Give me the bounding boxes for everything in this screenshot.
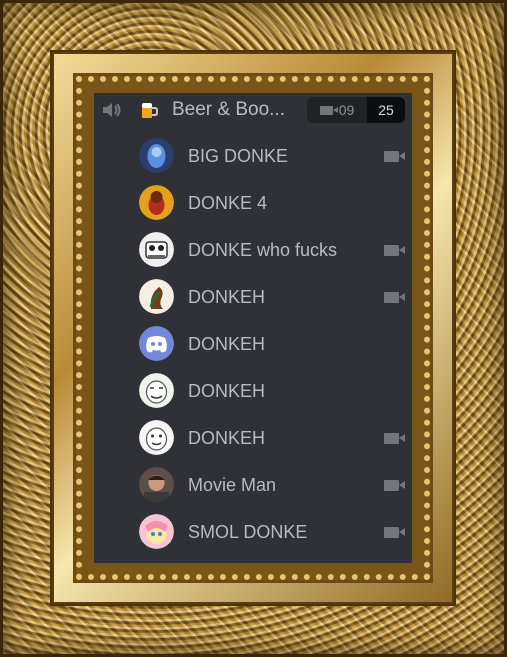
voice-member-row[interactable]: DONKE who fucks <box>94 227 412 271</box>
discord-default-avatar-icon <box>139 326 174 361</box>
video-camera-icon <box>319 105 338 115</box>
avatar <box>139 514 174 549</box>
member-name: DONKE 4 <box>188 193 268 213</box>
avatar <box>139 420 174 455</box>
video-camera-icon <box>384 292 405 303</box>
beer-mug-icon <box>139 100 159 120</box>
voice-member-row[interactable]: SMOL DONKE <box>94 509 412 553</box>
member-name: DONKEH <box>188 381 266 401</box>
avatar <box>139 279 174 314</box>
voice-member-row[interactable]: DONKEH <box>94 415 412 459</box>
voice-member-row[interactable]: DONKEH <box>94 368 412 412</box>
member-name: SMOL DONKE <box>188 522 308 542</box>
member-name: DONKEH <box>188 287 266 307</box>
avatar <box>139 138 174 173</box>
video-camera-icon <box>384 433 405 444</box>
member-name: BIG DONKE <box>188 146 289 166</box>
member-name: DONKE who fucks <box>188 240 338 260</box>
member-name: Movie Man <box>188 475 277 495</box>
voice-member-row[interactable]: DONKEH <box>94 321 412 365</box>
channel-name: Beer & Boo... <box>172 99 286 120</box>
avatar <box>139 232 174 267</box>
video-camera-icon <box>384 151 405 162</box>
video-camera-icon <box>384 527 405 538</box>
avatar <box>139 467 174 502</box>
voice-member-row[interactable]: Movie Man <box>94 462 412 506</box>
speaker-icon <box>100 99 122 121</box>
current-user-count: 09 <box>338 102 355 118</box>
video-camera-icon <box>384 245 405 256</box>
member-name: DONKEH <box>188 334 266 354</box>
avatar <box>139 185 174 220</box>
voice-channel-header[interactable]: Beer & Boo... 09 25 <box>94 93 412 127</box>
member-name: DONKEH <box>188 428 266 448</box>
voice-member-row[interactable]: BIG DONKE <box>94 133 412 177</box>
user-limit-count: 25 <box>378 102 394 118</box>
video-camera-icon <box>384 480 405 491</box>
avatar <box>139 373 174 408</box>
voice-channel-panel: Beer & Boo... 09 25 BIG DONKE DONKE 4 DO… <box>94 93 412 563</box>
voice-member-row[interactable]: DONKE 4 <box>94 180 412 224</box>
user-limit-badge: 09 25 <box>307 97 405 123</box>
voice-member-row[interactable]: DONKEH <box>94 274 412 318</box>
